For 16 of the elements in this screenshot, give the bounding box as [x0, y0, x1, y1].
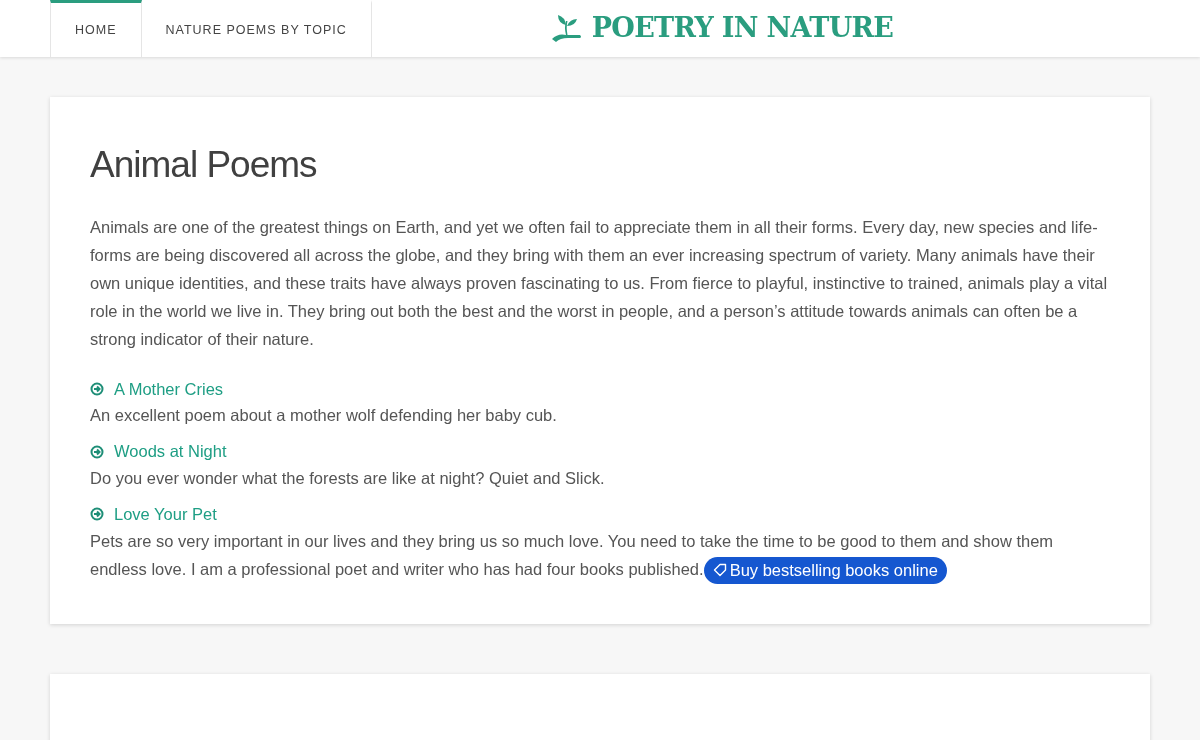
- poem-link[interactable]: Love Your Pet: [114, 502, 217, 527]
- nav-tab[interactable]: HOME: [50, 0, 142, 57]
- arrow-circle-icon: [90, 444, 104, 459]
- poem-description: Do you ever wonder what the forests are like at night? Quiet and Slick.: [90, 468, 606, 489]
- poem-description: An excellent poem about a mother wolf defending her baby cub.: [90, 405, 558, 427]
- page-heading: Animal Poems: [90, 143, 318, 187]
- arrow-circle-icon: [90, 507, 104, 522]
- poem-description: Pets are so very important in our lives and they bring us so much love. You need to take the time to be good to them and show them endless love. I am a professional poet and writer who has had four books published. Buy bestselling books online: [90, 526, 1110, 584]
- intro-paragraph: Animals are one of the greatest things on Earth, and yet we often fail to appreciate them in all their forms. Every day, new species and life-forms are being discovered all across the globe, and they bring with them an ever increasing spectrum of variety. Many animals have their own unique identities, and these traits have always proven fascinating to us. From fierce to playful, instinctive to trained, animals play a vital role in the world we live in. They bring out both the best and the worst in people, and a person’s attitude towards animals can often be a strong indicator of their nature.: [90, 216, 1109, 350]
- arrow-circle-icon: [90, 381, 104, 396]
- poem-link[interactable]: A Mother Cries: [114, 376, 224, 402]
- ad-link[interactable]: Buy bestselling books online: [703, 556, 947, 584]
- tag-icon: [712, 563, 727, 578]
- nav-tab[interactable]: NATURE POEMS BY TOPIC: [141, 0, 372, 57]
- logo-text[interactable]: POETRY IN NATURE: [591, 8, 894, 49]
- poem-link[interactable]: Woods at Night: [114, 439, 227, 464]
